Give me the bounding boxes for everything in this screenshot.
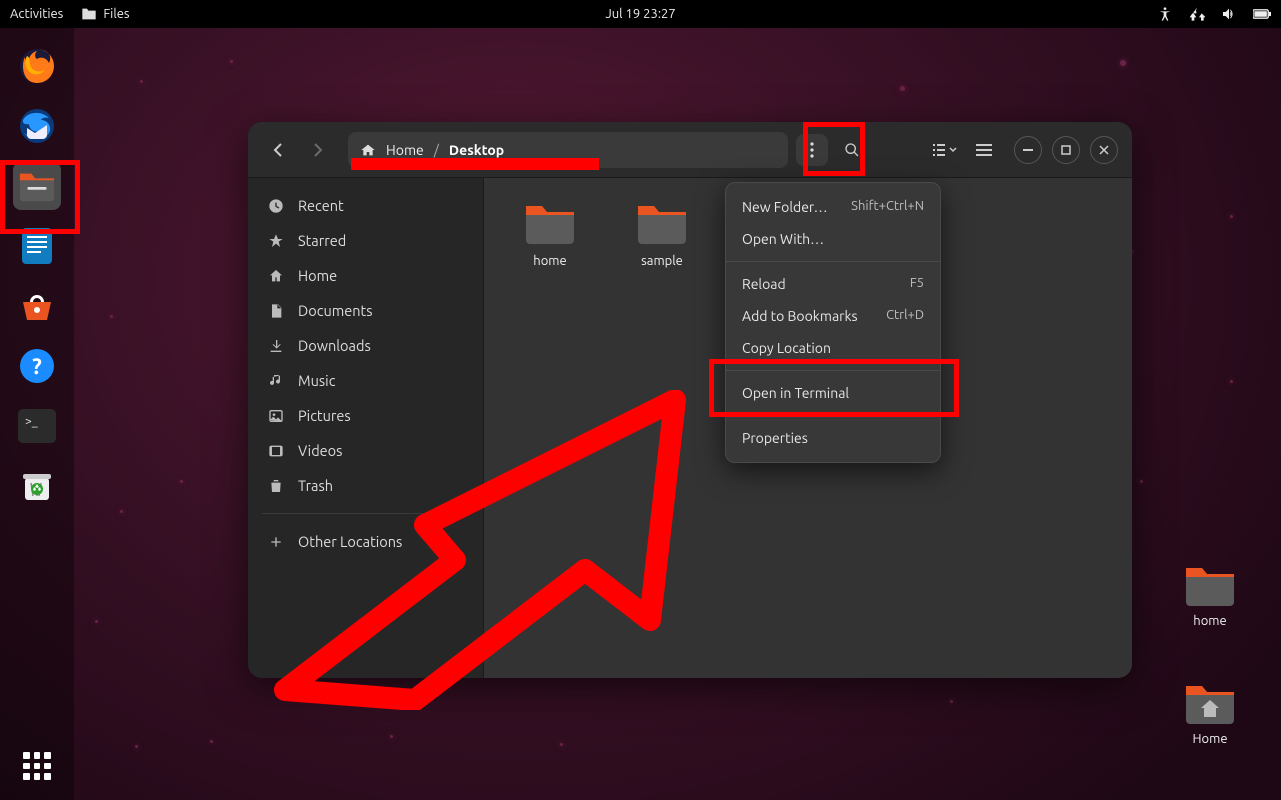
desktop-folder-home[interactable]: home <box>1175 562 1245 628</box>
menu-open-terminal[interactable]: Open in Terminal <box>726 377 940 409</box>
svg-text:>_: >_ <box>25 415 38 428</box>
menu-new-folder[interactable]: New Folder…Shift+Ctrl+N <box>726 191 940 223</box>
sidebar-starred[interactable]: Starred <box>248 223 483 258</box>
search-button[interactable] <box>836 134 868 166</box>
files-window: Home / Desktop Recent Starred Home Docum… <box>248 122 1132 678</box>
window-minimize[interactable] <box>1014 136 1042 164</box>
sidebar-item-label: Home <box>298 267 337 284</box>
sidebar-item-label: Downloads <box>298 337 371 354</box>
window-close[interactable] <box>1090 136 1118 164</box>
context-menu: New Folder…Shift+Ctrl+N Open With… Reloa… <box>725 182 941 463</box>
desktop-folder-label: home <box>1193 614 1226 628</box>
volume-icon[interactable] <box>1221 6 1237 22</box>
folder-sample[interactable]: sample <box>626 200 698 268</box>
sidebar-music[interactable]: Music <box>248 363 483 398</box>
sidebar-item-label: Pictures <box>298 407 351 424</box>
accessibility-icon[interactable] <box>1157 6 1173 22</box>
window-maximize[interactable] <box>1052 136 1080 164</box>
battery-icon[interactable] <box>1253 7 1271 21</box>
sidebar-other-locations[interactable]: Other Locations <box>248 524 483 559</box>
sidebar-item-label: Trash <box>298 477 333 494</box>
dock-trash[interactable] <box>13 462 61 510</box>
nav-forward[interactable] <box>302 134 334 166</box>
menu-add-bookmarks[interactable]: Add to BookmarksCtrl+D <box>726 300 940 332</box>
app-menu-label: Files <box>103 7 129 21</box>
dock-thunderbird[interactable] <box>13 102 61 150</box>
chevron-down-icon <box>949 147 957 153</box>
nav-back[interactable] <box>262 134 294 166</box>
sidebar-home[interactable]: Home <box>248 258 483 293</box>
view-list-button[interactable] <box>928 134 960 166</box>
sidebar-item-label: Other Locations <box>298 533 402 550</box>
file-label: sample <box>641 254 683 268</box>
sidebar-item-label: Videos <box>298 442 342 459</box>
dock-files[interactable] <box>13 162 61 210</box>
dock: ? >_ <box>0 28 74 800</box>
clock[interactable]: Jul 19 23:27 <box>605 7 675 21</box>
sidebar-recent[interactable]: Recent <box>248 188 483 223</box>
hamburger-menu[interactable] <box>968 134 1000 166</box>
desktop-folder-label: Home <box>1192 732 1227 746</box>
titlebar: Home / Desktop <box>248 122 1132 178</box>
activities-button[interactable]: Activities <box>10 7 63 21</box>
show-applications[interactable] <box>23 752 51 780</box>
file-label: home <box>533 254 566 268</box>
dock-software[interactable] <box>13 282 61 330</box>
folder-icon <box>81 7 97 21</box>
menu-reload[interactable]: ReloadF5 <box>726 268 940 300</box>
sidebar-downloads[interactable]: Downloads <box>248 328 483 363</box>
dock-writer[interactable] <box>13 222 61 270</box>
menu-properties[interactable]: Properties <box>726 422 940 454</box>
sidebar-videos[interactable]: Videos <box>248 433 483 468</box>
dock-firefox[interactable] <box>13 42 61 90</box>
sidebar-pictures[interactable]: Pictures <box>248 398 483 433</box>
sidebar-item-label: Music <box>298 372 335 389</box>
pathbar[interactable]: Home / Desktop <box>348 132 788 168</box>
home-icon <box>360 143 376 157</box>
svg-text:?: ? <box>32 354 42 379</box>
crumb-desktop[interactable]: Desktop <box>449 142 504 158</box>
folder-menu-button[interactable] <box>796 134 828 166</box>
sidebar-item-label: Documents <box>298 302 373 319</box>
places-sidebar: Recent Starred Home Documents Downloads … <box>248 178 484 678</box>
top-panel: Activities Files Jul 19 23:27 <box>0 0 1281 28</box>
crumb-home[interactable]: Home <box>386 142 424 158</box>
menu-copy-location[interactable]: Copy Location <box>726 332 940 364</box>
sidebar-documents[interactable]: Documents <box>248 293 483 328</box>
crumb-separator: / <box>434 142 439 158</box>
sidebar-item-label: Starred <box>298 232 346 249</box>
sidebar-trash[interactable]: Trash <box>248 468 483 503</box>
network-icon[interactable] <box>1189 6 1205 22</box>
dock-terminal[interactable]: >_ <box>13 402 61 450</box>
desktop-folder-user-home[interactable]: Home <box>1175 680 1245 746</box>
folder-home[interactable]: home <box>514 200 586 268</box>
sidebar-item-label: Recent <box>298 197 344 214</box>
app-menu-files[interactable]: Files <box>81 7 129 21</box>
dock-help[interactable]: ? <box>13 342 61 390</box>
menu-open-with[interactable]: Open With… <box>726 223 940 255</box>
